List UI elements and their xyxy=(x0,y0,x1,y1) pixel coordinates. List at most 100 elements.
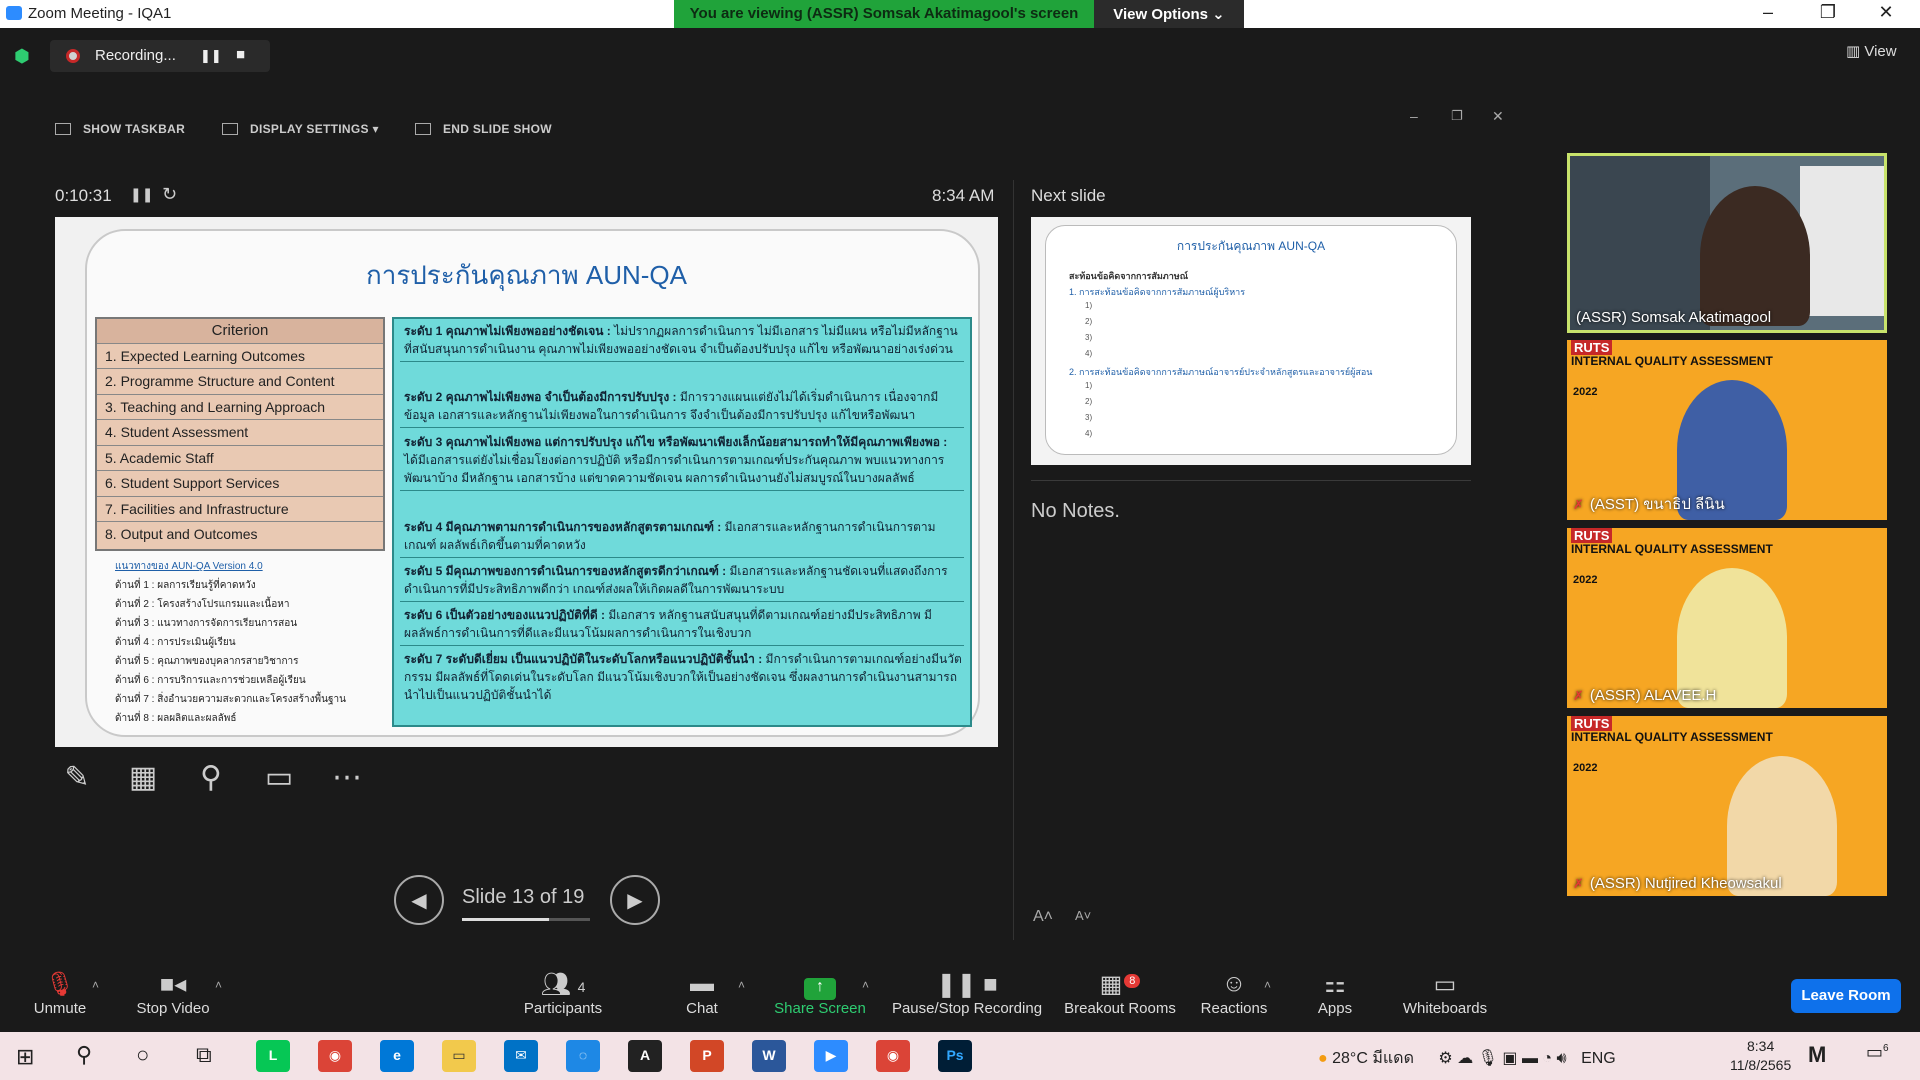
iqa-banner-year: 2022 xyxy=(1573,762,1598,774)
pv-minimize-button[interactable]: – xyxy=(1410,108,1418,124)
level-row: ระดับ 2 คุณภาพไม่เพียงพอ จำเป็นต้องมีการ… xyxy=(400,385,964,428)
chrome-icon[interactable]: ◉ xyxy=(318,1040,352,1072)
more-options-icon[interactable]: ⋯ xyxy=(325,760,369,804)
chat-button[interactable]: ▬ Chat xyxy=(642,960,762,1032)
next-slide-button[interactable]: ▶ xyxy=(610,875,660,925)
iqa-banner-title: INTERNAL QUALITY ASSESSMENT xyxy=(1571,730,1773,744)
weather-text[interactable]: 28°C มีแดด xyxy=(1332,1050,1414,1067)
viewing-banner: You are viewing (ASSR) Somsak Akatimagoo… xyxy=(674,0,1094,28)
mail-icon[interactable]: ✉ xyxy=(504,1040,538,1072)
decrease-font-button[interactable]: A˅ xyxy=(1075,908,1091,923)
acrobat-icon[interactable]: A xyxy=(628,1040,662,1072)
level-row: ระดับ 1 คุณภาพไม่เพียงพออย่างชัดเจน : ไม… xyxy=(400,319,964,362)
restart-timer-icon[interactable]: ↻ xyxy=(162,184,177,205)
show-taskbar-button[interactable]: SHOW TASKBAR xyxy=(55,122,185,136)
pause-recording-icon[interactable]: ❚❚ xyxy=(200,48,222,64)
gear-icon xyxy=(222,123,238,135)
legend-item: ด้านที่ 8 : ผลผลิตและผลลัพธ์ xyxy=(115,713,237,724)
previous-slide-button[interactable]: ◀ xyxy=(394,875,444,925)
next-slide-num: 4) xyxy=(1085,429,1093,438)
taskbar-clock[interactable]: 8:34 11/8/2565 xyxy=(1730,1037,1791,1075)
gmail-icon[interactable]: M xyxy=(1808,1042,1826,1068)
legend-item: ด้านที่ 2 : โครงสร้างโปรแกรมและเนื้อหา xyxy=(115,599,290,610)
messenger-icon[interactable]: ◌ xyxy=(566,1040,600,1072)
share-screen-button[interactable]: ↑ Share Screen xyxy=(760,960,880,1032)
pen-icon[interactable]: ✎ xyxy=(55,760,99,804)
criterion-row: 4. Student Assessment xyxy=(97,419,383,444)
level-row: ระดับ 7 ระดับดีเยี่ยม เป็นแนวปฏิบัติในระ… xyxy=(400,647,964,707)
slide-counter[interactable]: Slide 13 of 19 xyxy=(462,886,584,909)
zoom-taskbar-icon[interactable]: ▶ xyxy=(814,1040,848,1072)
reactions-chevron-icon[interactable]: ˄ xyxy=(1264,978,1271,992)
zoom-magnifier-icon[interactable]: ⚲ xyxy=(189,760,233,804)
apps-label: Apps xyxy=(1317,1000,1353,1017)
shield-icon[interactable]: ⬢ xyxy=(14,46,34,66)
level-head: ระดับ 2 คุณภาพไม่เพียงพอ จำเป็นต้องมีการ… xyxy=(404,390,677,404)
level-row: ระดับ 3 คุณภาพไม่เพียงพอ แต่การปรับปรุง … xyxy=(400,430,964,491)
search-icon[interactable]: ⚲ xyxy=(76,1042,92,1068)
edge-icon[interactable]: e xyxy=(380,1040,414,1072)
whiteboard-icon: ▭ xyxy=(1433,971,1457,998)
powerpoint-icon[interactable]: P xyxy=(690,1040,724,1072)
level-head: ระดับ 4 มีคุณภาพตามการดำเนินการของหลักสู… xyxy=(404,520,722,534)
cortana-icon[interactable]: ○ xyxy=(136,1042,149,1068)
increase-font-button[interactable]: A˄ xyxy=(1033,908,1053,926)
restore-button[interactable]: ❐ xyxy=(1808,2,1848,26)
iqa-banner-year: 2022 xyxy=(1573,386,1598,398)
stop-video-button[interactable]: ■◂ Stop Video xyxy=(113,960,233,1032)
video-tile[interactable]: (ASSR) Somsak Akatimagool xyxy=(1567,153,1887,333)
criterion-row: 7. Facilities and Infrastructure xyxy=(97,496,383,521)
chat-options-chevron-icon[interactable]: ˄ xyxy=(738,978,745,992)
apps-button[interactable]: ⚏ Apps xyxy=(1275,960,1395,1032)
next-slide-title: การประกันคุณภาพ AUN-QA xyxy=(1176,239,1326,253)
breakout-rooms-label: Breakout Rooms xyxy=(1064,1000,1176,1017)
mic-muted-icon: ✗ xyxy=(1573,876,1584,891)
video-tile[interactable]: RUTS INTERNAL QUALITY ASSESSMENT 2022 ✗ (… xyxy=(1567,716,1887,896)
building-background xyxy=(1570,156,1710,330)
windows-start-icon[interactable]: ⊞ xyxy=(16,1044,34,1070)
display-settings-button[interactable]: DISPLAY SETTINGS ▾ xyxy=(222,122,379,136)
pv-restore-button[interactable]: ❐ xyxy=(1451,108,1463,124)
mic-muted-icon: ✗ xyxy=(1573,497,1584,512)
photoshop-icon[interactable]: Ps xyxy=(938,1040,972,1072)
leave-room-button[interactable]: Leave Room xyxy=(1791,979,1901,1013)
legend-item: ด้านที่ 5 : คุณภาพของบุคลากรสายวิชาการ xyxy=(115,656,299,667)
notifications-icon[interactable]: ▭6 xyxy=(1866,1042,1889,1063)
video-tile[interactable]: RUTS INTERNAL QUALITY ASSESSMENT 2022 ✗ (… xyxy=(1567,340,1887,520)
pause-timer-icon[interactable]: ❚❚ xyxy=(130,186,153,203)
tray-icons[interactable]: ⚙ ☁ 🎙︎ ▣ ▬ ◔ 🔊︎ xyxy=(1438,1050,1566,1067)
pause-stop-recording-button[interactable]: ❚❚ ■ Pause/Stop Recording xyxy=(887,960,1047,1032)
share-options-chevron-icon[interactable]: ˄ xyxy=(862,978,869,992)
stop-recording-icon[interactable]: ■ xyxy=(236,46,245,63)
task-view-icon[interactable]: ⧉ xyxy=(196,1042,212,1068)
audio-options-chevron-icon[interactable]: ˄ xyxy=(92,978,99,992)
view-button[interactable]: ▥ View xyxy=(1846,42,1897,60)
legend-item: ด้านที่ 6 : การบริการและการช่วยเหลือผู้เ… xyxy=(115,675,306,686)
close-button[interactable]: ✕ xyxy=(1866,2,1906,26)
pv-close-button[interactable]: ✕ xyxy=(1492,108,1504,125)
black-screen-icon[interactable]: ▭ xyxy=(257,760,301,804)
level-head: ระดับ 5 มีคุณภาพของการดำเนินการของหลักสู… xyxy=(404,564,727,578)
end-slide-show-button[interactable]: END SLIDE SHOW xyxy=(415,122,552,136)
next-slide-preview[interactable]: การประกันคุณภาพ AUN-QA สะท้อนข้อคิดจากกา… xyxy=(1031,217,1471,465)
current-slide[interactable]: การประกันคุณภาพ AUN-QA Criterion 1. Expe… xyxy=(55,217,998,747)
breakout-rooms-button[interactable]: ▦ 8 Breakout Rooms xyxy=(1058,960,1182,1032)
participants-button[interactable]: 👥︎ 4 Participants xyxy=(503,960,623,1032)
word-icon[interactable]: W xyxy=(752,1040,786,1072)
slide-timer: 0:10:31 xyxy=(55,186,112,205)
whiteboards-button[interactable]: ▭ Whiteboards xyxy=(1385,960,1505,1032)
minimize-button[interactable]: – xyxy=(1748,2,1788,26)
pane-divider[interactable] xyxy=(1013,180,1014,940)
ruts-logo: RUTS xyxy=(1571,340,1613,355)
video-options-chevron-icon[interactable]: ˄ xyxy=(215,978,222,992)
participant-name-text: (ASST) ขนาธิป ลีนิน xyxy=(1589,496,1725,513)
video-tile[interactable]: RUTS INTERNAL QUALITY ASSESSMENT 2022 ✗ (… xyxy=(1567,528,1887,708)
line-app-icon[interactable]: L xyxy=(256,1040,290,1072)
level-row: ระดับ 4 มีคุณภาพตามการดำเนินการของหลักสู… xyxy=(400,515,964,558)
file-explorer-icon[interactable]: ▭ xyxy=(442,1040,476,1072)
unmute-button[interactable]: 🎙︎ Unmute xyxy=(0,960,120,1032)
see-all-slides-icon[interactable]: ▦ xyxy=(121,760,165,804)
view-options-button[interactable]: View Options ⌄ xyxy=(1094,0,1244,28)
chrome-icon[interactable]: ◉ xyxy=(876,1040,910,1072)
language-indicator[interactable]: ENG xyxy=(1581,1050,1616,1067)
